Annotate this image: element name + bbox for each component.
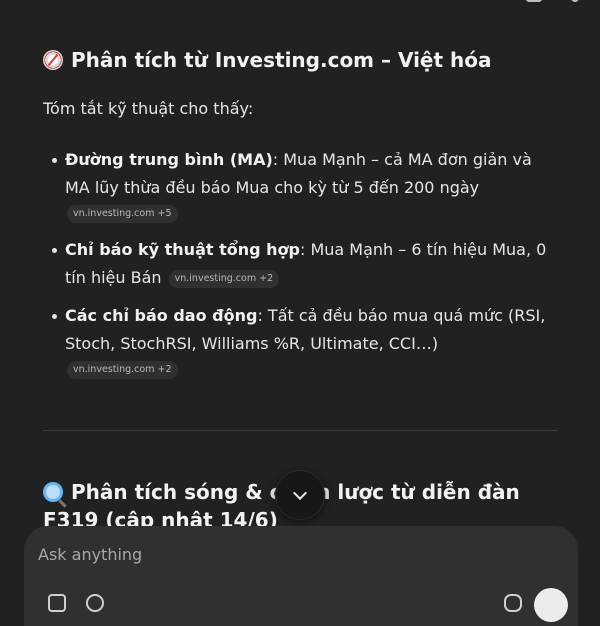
chevron-down-icon (292, 485, 308, 501)
source-chip[interactable]: vn.investing.com +2 (67, 361, 178, 379)
tools-icon[interactable] (86, 594, 104, 612)
section-title: Phân tích từ Investing.com – Việt hóa (71, 48, 492, 72)
list-item: Các chỉ báo dao động: Tất cả đều báo mua… (43, 302, 558, 380)
section-heading-investing: Phân tích từ Investing.com – Việt hóa (43, 46, 558, 74)
bullet-label: Các chỉ báo dao động (65, 306, 258, 325)
source-chip[interactable]: vn.investing.com +2 (168, 270, 280, 288)
list-item: Đường trung bình (MA): Mua Mạnh – cả MA … (43, 146, 558, 224)
toolbar-icon[interactable] (526, 0, 542, 2)
source-chip[interactable]: vn.investing.com +5 (67, 205, 178, 223)
toolbar-icon[interactable] (570, 0, 580, 2)
top-toolbar (0, 0, 600, 6)
bullet-list: Đường trung bình (MA): Mua Mạnh – cả MA … (43, 146, 558, 380)
mic-icon[interactable] (504, 594, 522, 612)
section-divider (43, 430, 558, 431)
intro-text: Tóm tắt kỹ thuật cho thấy: (43, 99, 254, 118)
voice-mode-button[interactable] (534, 588, 568, 622)
attach-icon[interactable] (48, 594, 66, 612)
scroll-down-button[interactable] (275, 470, 325, 520)
list-item: Chỉ báo kỹ thuật tổng hợp: Mua Mạnh – 6 … (43, 236, 558, 292)
bullet-label: Đường trung bình (MA) (65, 150, 273, 169)
message-composer (24, 526, 578, 626)
magnifying-glass-icon (43, 482, 63, 502)
ask-input[interactable] (36, 538, 540, 570)
bullet-label: Chỉ báo kỹ thuật tổng hợp (65, 240, 300, 259)
compass-icon (43, 50, 63, 70)
